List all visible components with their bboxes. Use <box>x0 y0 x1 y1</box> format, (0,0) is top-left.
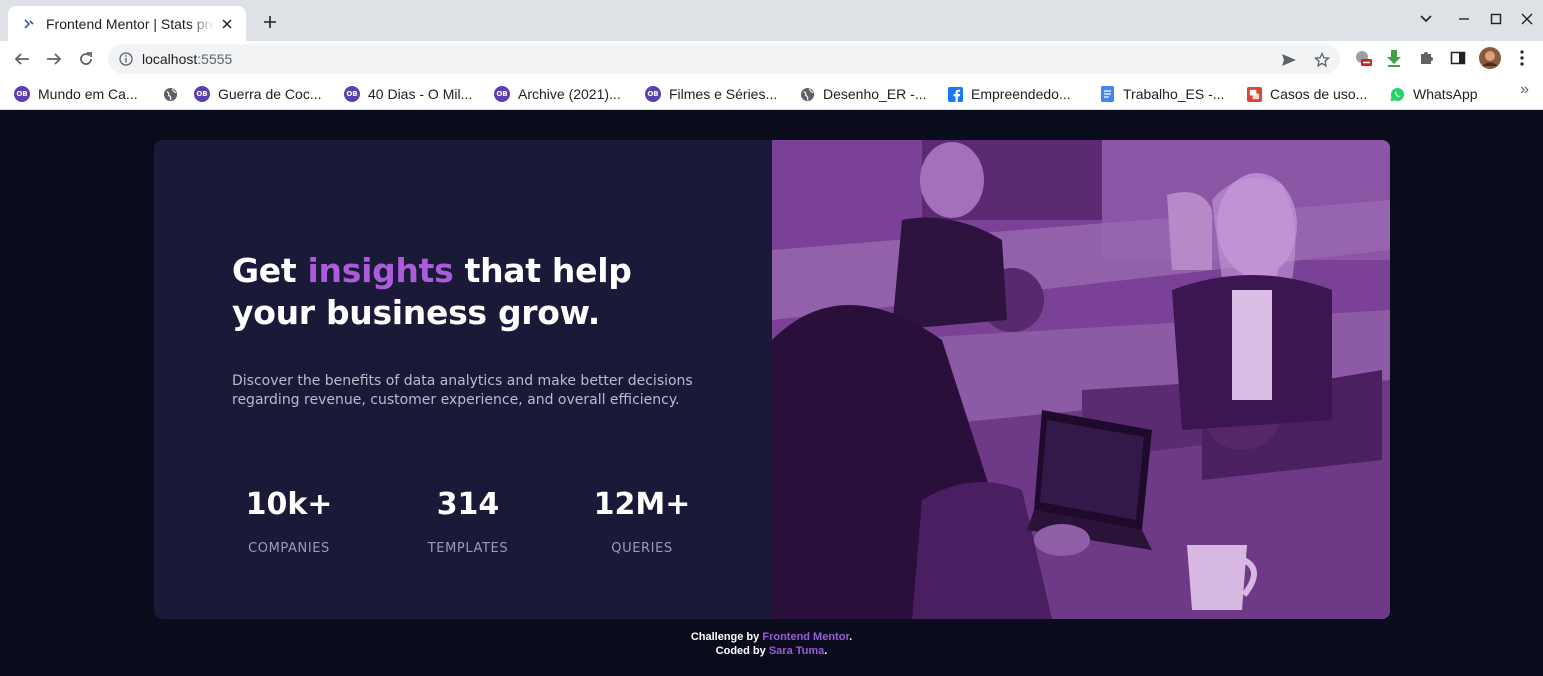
bookmark-item[interactable]: OB Archive (2021)... <box>494 82 621 106</box>
minimize-icon[interactable] <box>1453 8 1475 30</box>
send-tab-icon[interactable] <box>1278 49 1300 71</box>
stat-templates: 314 TEMPLATES <box>398 485 538 556</box>
slides-icon <box>1246 86 1262 102</box>
bookmark-item[interactable]: Empreendedo... <box>947 82 1071 106</box>
browser-tab[interactable]: Frontend Mentor | Stats preview card com… <box>8 6 246 41</box>
url-text: localhost:5555 <box>142 51 233 67</box>
stat-companies: 10k+ COMPANIES <box>219 485 359 556</box>
forward-icon[interactable] <box>41 46 67 72</box>
bookmark-item[interactable]: Desenho_ER -... <box>799 82 927 106</box>
bookmark-item[interactable]: Trabalho_ES -... <box>1099 82 1224 106</box>
card-text: Get insights that help your business gro… <box>232 250 712 410</box>
stat-queries: 12M+ QUERIES <box>572 485 712 556</box>
ob-icon: OB <box>344 86 360 102</box>
globe-icon <box>799 86 815 102</box>
page-viewport: Get insights that help your business gro… <box>0 110 1543 676</box>
more-bookmarks-icon[interactable]: » <box>1520 81 1529 99</box>
office-photo-illustration <box>772 140 1390 619</box>
bookmark-item[interactable]: OB 40 Dias - O Mil... <box>344 82 472 106</box>
bookmarks-bar: OB Mundo em Ca... OB Guerra de Coc... OB… <box>0 77 1543 110</box>
bookmark-star-icon[interactable] <box>1311 49 1333 71</box>
new-tab-button[interactable] <box>259 11 281 33</box>
headline-accent: insights <box>307 251 454 290</box>
download-extension-icon[interactable] <box>1383 47 1405 69</box>
bookmark-item[interactable]: Casos de uso... <box>1246 82 1367 106</box>
reload-icon[interactable] <box>73 46 99 72</box>
close-window-icon[interactable] <box>1516 8 1538 30</box>
globe-icon <box>162 86 178 102</box>
browser-toolbar: localhost:5555 <box>0 41 1543 77</box>
headline: Get insights that help your business gro… <box>232 251 632 332</box>
ob-icon: OB <box>494 86 510 102</box>
tab-strip: Frontend Mentor | Stats preview card com… <box>0 0 1543 41</box>
author-link[interactable]: Sara Tuma <box>769 645 824 657</box>
extension-blocker-icon[interactable] <box>1352 47 1374 69</box>
attribution-line-2: Coded by Sara Tuma. <box>715 645 828 657</box>
ob-icon: OB <box>14 86 30 102</box>
whatsapp-icon <box>1389 86 1405 102</box>
bookmark-item[interactable]: WhatsApp <box>1389 82 1478 106</box>
browser-menu-icon[interactable] <box>1511 47 1533 69</box>
tab-close-icon[interactable] <box>218 15 236 33</box>
ob-icon: OB <box>194 86 210 102</box>
stat-value: 12M+ <box>593 487 691 522</box>
stat-label: TEMPLATES <box>427 541 509 556</box>
stat-label: QUERIES <box>611 541 673 556</box>
tab-title: Frontend Mentor | Stats preview card com… <box>46 15 214 32</box>
extensions-puzzle-icon[interactable] <box>1415 47 1437 69</box>
side-panel-icon[interactable] <box>1447 47 1469 69</box>
bookmark-item[interactable]: OB Mundo em Ca... <box>14 82 138 106</box>
address-bar[interactable]: localhost:5555 <box>108 44 1340 74</box>
facebook-icon <box>947 86 963 102</box>
frontend-mentor-link[interactable]: Frontend Mentor <box>762 631 849 643</box>
attribution: Challenge by Frontend Mentor. Coded by S… <box>0 630 1543 658</box>
maximize-icon[interactable] <box>1485 8 1507 30</box>
stat-value: 10k+ <box>245 487 333 522</box>
office-team-image <box>772 140 1390 619</box>
bookmark-item[interactable]: OB Filmes e Séries... <box>645 82 777 106</box>
back-icon[interactable] <box>9 46 35 72</box>
ob-icon: OB <box>645 86 661 102</box>
stats-preview-card: Get insights that help your business gro… <box>154 140 1390 619</box>
docs-icon <box>1099 86 1115 102</box>
bookmark-item[interactable]: OB Guerra de Coc... <box>194 82 322 106</box>
profile-avatar[interactable] <box>1479 47 1501 69</box>
site-info-icon[interactable] <box>118 51 134 67</box>
bookmark-item[interactable] <box>162 82 186 106</box>
stats-row: 10k+ COMPANIES 314 TEMPLATES 12M+ QUERIE… <box>232 485 712 565</box>
card-description: Discover the benefits of data analytics … <box>232 373 693 408</box>
stat-label: COMPANIES <box>248 541 330 556</box>
frontend-mentor-favicon-icon <box>22 17 36 31</box>
attribution-line-1: Challenge by Frontend Mentor. <box>690 631 853 643</box>
tab-search-icon[interactable] <box>1415 8 1437 30</box>
stat-value: 314 <box>436 487 500 522</box>
